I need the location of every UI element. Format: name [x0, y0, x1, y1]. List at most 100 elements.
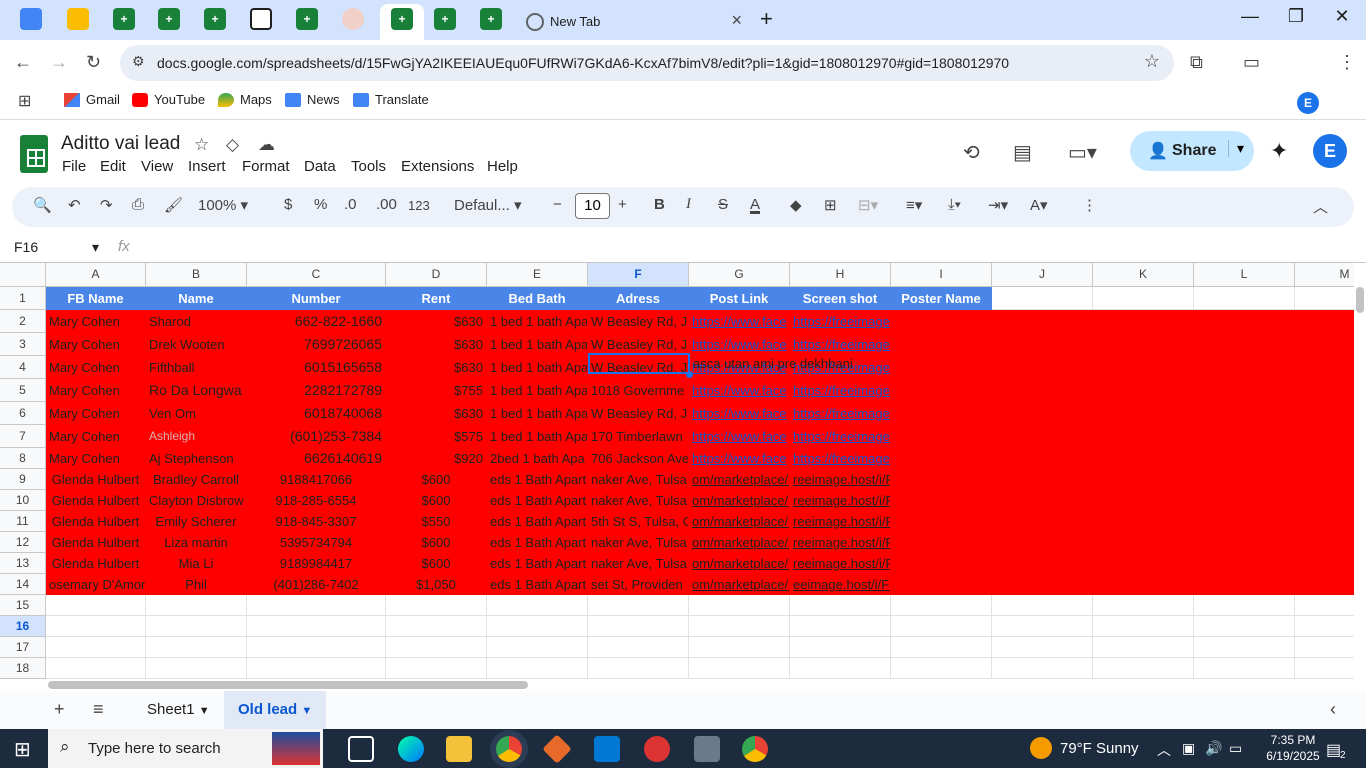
cell-C1[interactable]: Number [247, 287, 386, 310]
cell-B13[interactable]: Mia Li [146, 553, 247, 574]
apps-grid-icon[interactable]: ⊞ [18, 91, 31, 111]
vertical-align-icon[interactable]: ⤓▾ [948, 196, 961, 213]
cell-F8[interactable]: 706 Jackson Ave [588, 448, 689, 469]
more-formats-button[interactable]: 123 [408, 198, 430, 213]
cell-H10[interactable]: reeimage.host/i/FFwCEV2 [790, 490, 891, 511]
cell-C13[interactable]: 9189984417 [247, 553, 386, 574]
cell-G10[interactable]: om/marketplace/it [689, 490, 790, 511]
cell-A7[interactable]: Mary Cohen [46, 425, 146, 448]
menu-edit[interactable]: Edit [100, 158, 126, 175]
cell-L16[interactable] [1194, 616, 1295, 637]
weather-icon[interactable] [1030, 737, 1052, 759]
cell-G8[interactable]: https://www.face [689, 448, 790, 469]
cell-G18[interactable] [689, 658, 790, 679]
doc-title[interactable]: Aditto vai lead [61, 133, 180, 155]
cell-M16[interactable] [1295, 616, 1354, 637]
cell-F14[interactable]: set St, Providen [588, 574, 689, 595]
cell-C11[interactable]: 918-845-3307 [247, 511, 386, 532]
bookmark-news[interactable]: News [285, 92, 340, 107]
cell-B1[interactable]: Name [146, 287, 247, 310]
cell-F13[interactable]: naker Ave, Tulsa, [588, 553, 689, 574]
cell-B8[interactable]: Aj Stephenson [146, 448, 247, 469]
comments-icon[interactable]: ▤ [1013, 140, 1032, 165]
network-icon[interactable]: ▣ [1182, 740, 1195, 757]
cell-E3[interactable]: 1 bed 1 bath Apa [487, 333, 588, 356]
cell-A5[interactable]: Mary Cohen [46, 379, 146, 402]
row-header-14[interactable]: 14 [0, 574, 46, 595]
horizontal-align-icon[interactable]: ≡▾ [906, 196, 922, 214]
cell-G9[interactable]: om/marketplace/it [689, 469, 790, 490]
cell-F6[interactable]: W Beasley Rd, J [588, 402, 689, 425]
cell-D9[interactable]: $600 [386, 469, 487, 490]
menu-file[interactable]: File [62, 158, 86, 175]
cell-B14[interactable]: Phil [146, 574, 247, 595]
cell-C7[interactable]: (601)253-7384 [247, 425, 386, 448]
cell-B11[interactable]: Emily Scherer [146, 511, 247, 532]
cell-D4[interactable]: $630 [386, 356, 487, 379]
row-header-7[interactable]: 7 [0, 425, 46, 448]
cell-B18[interactable] [146, 658, 247, 679]
chrome-taskbar-icon[interactable] [496, 736, 522, 762]
cell-E9[interactable]: eds 1 Bath Apartr [487, 469, 588, 490]
decrease-decimal-button[interactable]: .0 [344, 196, 357, 213]
select-all-corner[interactable] [0, 263, 46, 287]
cell-C17[interactable] [247, 637, 386, 658]
cell-H1[interactable]: Screen shot [790, 287, 891, 310]
cell-G16[interactable] [689, 616, 790, 637]
chevron-up-icon[interactable]: ︿ [1157, 740, 1171, 760]
gemini-icon[interactable]: ✦ [1270, 138, 1288, 164]
cell-H12[interactable]: reeimage.host/i/F [790, 532, 891, 553]
explore-icon[interactable]: ‹ [1330, 699, 1336, 720]
cell-B6[interactable]: Ven Om [146, 402, 247, 425]
cell-B15[interactable] [146, 595, 247, 616]
cell-F2[interactable]: W Beasley Rd, J [588, 310, 689, 333]
all-sheets-icon[interactable]: ≡ [93, 699, 104, 720]
row-header-15[interactable]: 15 [0, 595, 46, 616]
row-header-5[interactable]: 5 [0, 379, 46, 402]
app-icon[interactable] [644, 736, 670, 762]
sheet-tab-sheet1[interactable]: Sheet1 ▼ [133, 691, 224, 729]
cell-F11[interactable]: 5th St S, Tulsa, O [588, 511, 689, 532]
cell-I17[interactable] [891, 637, 992, 658]
column-header-E[interactable]: E [487, 263, 588, 287]
collapse-menus-icon[interactable]: ︿ [1313, 196, 1328, 217]
tab-icon-keep[interactable] [67, 8, 89, 30]
cell-G6[interactable]: https://www.face [689, 402, 790, 425]
cell-B9[interactable]: Bradley Carroll [146, 469, 247, 490]
cell-A18[interactable] [46, 658, 146, 679]
cell-B10[interactable]: Clayton Disbrow [146, 490, 247, 511]
column-header-I[interactable]: I [891, 263, 992, 287]
cell-A15[interactable] [46, 595, 146, 616]
cell-A1[interactable]: FB Name [46, 287, 146, 310]
text-color-icon[interactable]: A [750, 196, 760, 213]
close-tab-icon[interactable]: × [731, 10, 742, 31]
cell-C6[interactable]: 6018740068 [247, 402, 386, 425]
tab-icon-site[interactable] [342, 8, 364, 30]
cell-C4[interactable]: 6015165658 [247, 356, 386, 379]
cell-L15[interactable] [1194, 595, 1295, 616]
bookmark-translate[interactable]: Translate [353, 92, 429, 107]
cell-E4[interactable]: 1 bed 1 bath Apa [487, 356, 588, 379]
cell-G15[interactable] [689, 595, 790, 616]
cell-G16[interactable]: asca utan ami pre dekhbani [693, 356, 853, 371]
reload-icon[interactable]: ↻ [86, 52, 101, 73]
cell-F12[interactable]: naker Ave, Tulsa, [588, 532, 689, 553]
extensions-icon[interactable]: ⧉ [1190, 52, 1203, 73]
cell-D8[interactable]: $920 [386, 448, 487, 469]
vertical-scrollbar[interactable] [1354, 263, 1366, 679]
cell-E1[interactable]: Bed Bath [487, 287, 588, 310]
cell-L1[interactable] [1194, 287, 1295, 310]
cell-H2[interactable]: https://freeimage [790, 310, 891, 333]
cloud-status-icon[interactable]: ☁ [258, 135, 275, 155]
cell-H13[interactable]: reeimage.host/i/FFw5jEJ [790, 553, 891, 574]
cell-A17[interactable] [46, 637, 146, 658]
more-options-icon[interactable]: ⋮ [1082, 196, 1097, 214]
share-button[interactable]: 👤 Share ▾ [1130, 131, 1254, 171]
cell-D12[interactable]: $600 [386, 532, 487, 553]
tab-icon-sheets[interactable]: + [158, 8, 180, 30]
column-header-L[interactable]: L [1194, 263, 1295, 287]
tab-icon-sheets[interactable]: + [204, 8, 226, 30]
row-header-12[interactable]: 12 [0, 532, 46, 553]
tab-icon-phone[interactable] [250, 8, 272, 30]
cell-H14[interactable]: eeimage.host/i/FFw0s3u [790, 574, 891, 595]
